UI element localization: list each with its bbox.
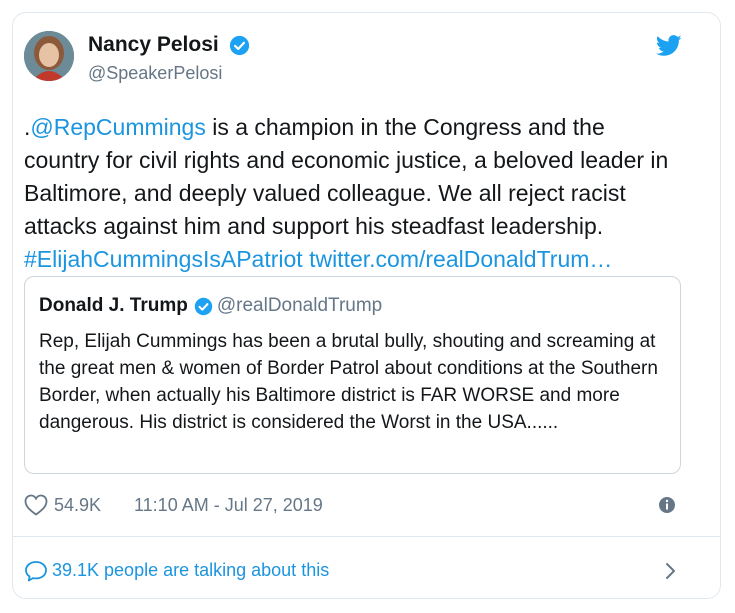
quoted-author-handle: @realDonaldTrump <box>216 295 383 316</box>
tweet-header: Nancy Pelosi @SpeakerPelosi <box>24 31 684 91</box>
tweet-meta: 54.9K 11:10 AM - Jul 27, 2019 <box>24 492 684 520</box>
author-name[interactable]: Nancy Pelosi <box>88 33 219 57</box>
like-count[interactable]: 54.9K <box>54 495 101 516</box>
heart-icon[interactable] <box>24 494 48 516</box>
info-icon[interactable] <box>658 496 676 514</box>
tweet-text: .@RepCummings is a champion in the Congr… <box>24 111 684 276</box>
conversation-count[interactable]: 39.1K people are talking about this <box>52 560 329 581</box>
quoted-tweet[interactable]: Donald J. Trump @realDonaldTrump Rep, El… <box>24 276 681 474</box>
verified-badge-icon <box>230 35 250 55</box>
quoted-tweet-text: Rep, Elijah Cummings has been a brutal b… <box>39 331 658 433</box>
timestamp[interactable]: 11:10 AM - Jul 27, 2019 <box>134 495 323 516</box>
conversation-link[interactable]: 39.1K people are talking about this <box>24 558 684 584</box>
author-handle[interactable]: @SpeakerPelosi <box>88 63 222 84</box>
avatar[interactable] <box>24 31 74 81</box>
mention-link[interactable]: @RepCummings <box>30 114 205 140</box>
verified-badge-icon <box>194 297 213 315</box>
hashtag-link[interactable]: #ElijahCummingsIsAPatriot <box>24 246 303 272</box>
twitter-bird-icon[interactable] <box>656 35 682 57</box>
url-link[interactable]: twitter.com/realDonaldTrum… <box>309 246 612 272</box>
quoted-author-name: Donald J. Trump <box>39 295 188 316</box>
divider <box>12 536 721 537</box>
chevron-right-icon[interactable] <box>664 562 678 580</box>
speech-bubble-icon <box>25 561 47 582</box>
